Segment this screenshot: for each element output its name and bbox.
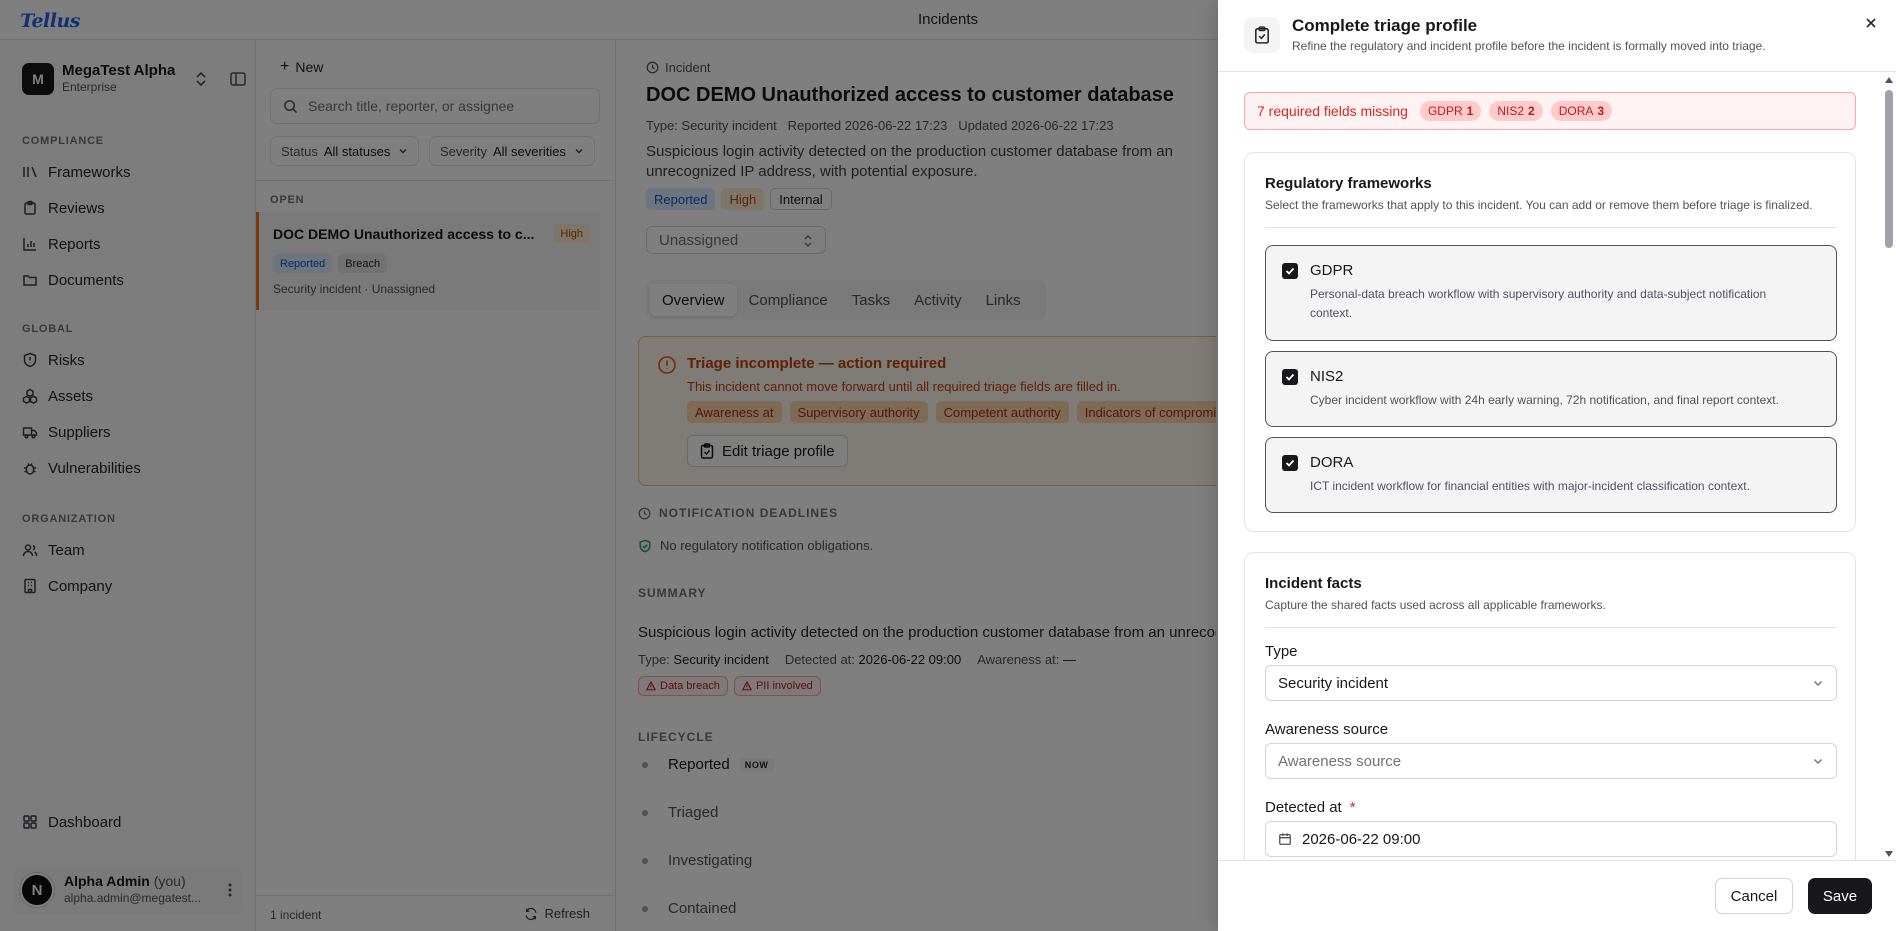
close-icon[interactable] <box>1864 16 1878 30</box>
scrollbar-thumb[interactable] <box>1885 90 1893 248</box>
framework-option-nis2[interactable]: NIS2 Cyber incident workflow with 24h ea… <box>1265 351 1837 427</box>
triage-profile-sheet: Complete triage profile Refine the regul… <box>1218 0 1896 931</box>
awareness-source-select[interactable]: Awareness source <box>1265 743 1837 779</box>
fw-count: 2 <box>1528 104 1535 118</box>
card-title: Regulatory frameworks <box>1265 175 1432 192</box>
checkbox-checked[interactable] <box>1282 263 1298 279</box>
calendar-icon <box>1278 832 1292 846</box>
detected-at-label: Detected at * <box>1265 799 1356 816</box>
checkbox-checked[interactable] <box>1282 369 1298 385</box>
missing-count-nis2: NIS2 2 <box>1489 101 1543 121</box>
sheet-subtitle: Refine the regulatory and incident profi… <box>1292 39 1766 53</box>
card-subtitle: Select the frameworks that apply to this… <box>1265 198 1813 212</box>
framework-name: NIS2 <box>1310 368 1344 385</box>
framework-description: Cyber incident workflow with 24h early w… <box>1310 393 1779 407</box>
card-title: Incident facts <box>1265 575 1362 592</box>
awareness-source-placeholder: Awareness source <box>1278 752 1402 770</box>
missing-count-dora: DORA 3 <box>1550 101 1613 121</box>
clipboard-check-icon <box>1244 17 1280 53</box>
chevron-down-icon <box>1812 755 1824 767</box>
framework-name: GDPR <box>1310 262 1354 279</box>
detected-at-input[interactable]: 2026-06-22 09:00 <box>1265 821 1837 857</box>
type-label: Type <box>1265 643 1298 660</box>
fw-name: NIS2 <box>1497 104 1525 118</box>
sheet-title: Complete triage profile <box>1292 16 1478 35</box>
framework-option-dora[interactable]: DORA ICT incident workflow for financial… <box>1265 437 1837 513</box>
frameworks-card: Regulatory frameworks Select the framewo… <box>1244 152 1856 532</box>
divider <box>1265 627 1837 628</box>
framework-name: DORA <box>1310 454 1354 471</box>
framework-description: ICT incident workflow for financial enti… <box>1310 479 1750 493</box>
divider <box>1265 227 1837 228</box>
scroll-up-icon[interactable] <box>1884 76 1894 84</box>
required-marker: * <box>1349 799 1356 816</box>
sheet-footer: Cancel Save <box>1218 860 1896 931</box>
fw-count: 3 <box>1597 104 1605 118</box>
awareness-source-label: Awareness source <box>1265 721 1389 738</box>
chevron-down-icon <box>1812 677 1824 689</box>
framework-description: Personal-data breach workflow with super… <box>1310 287 1767 320</box>
fw-count: 1 <box>1466 104 1474 118</box>
card-subtitle: Capture the shared facts used across all… <box>1265 598 1606 612</box>
fw-name: GDPR <box>1427 104 1463 118</box>
missing-fields-banner: 7 required fields missing GDPR 1 NIS2 2 DO… <box>1244 92 1856 130</box>
scroll-down-icon[interactable] <box>1884 850 1894 858</box>
save-button[interactable]: Save <box>1808 878 1872 914</box>
detected-at-label-text: Detected at <box>1265 799 1342 816</box>
detected-at-value: 2026-06-22 09:00 <box>1302 830 1421 848</box>
checkbox-checked[interactable] <box>1282 455 1298 471</box>
sheet-header: Complete triage profile Refine the regul… <box>1218 0 1896 72</box>
framework-option-gdpr[interactable]: GDPR Personal-data breach workflow with … <box>1265 245 1837 341</box>
missing-fields-text: 7 required fields missing <box>1257 103 1408 119</box>
type-select[interactable]: Security incident <box>1265 665 1837 701</box>
cancel-button[interactable]: Cancel <box>1715 878 1793 914</box>
sheet-body: 7 required fields missing GDPR 1 NIS2 2 DO… <box>1218 72 1896 860</box>
fw-name: DORA <box>1558 104 1594 118</box>
missing-count-gdpr: GDPR 1 <box>1419 101 1482 121</box>
incident-facts-card: Incident facts Capture the shared facts … <box>1244 552 1856 860</box>
type-value: Security incident <box>1278 674 1389 692</box>
